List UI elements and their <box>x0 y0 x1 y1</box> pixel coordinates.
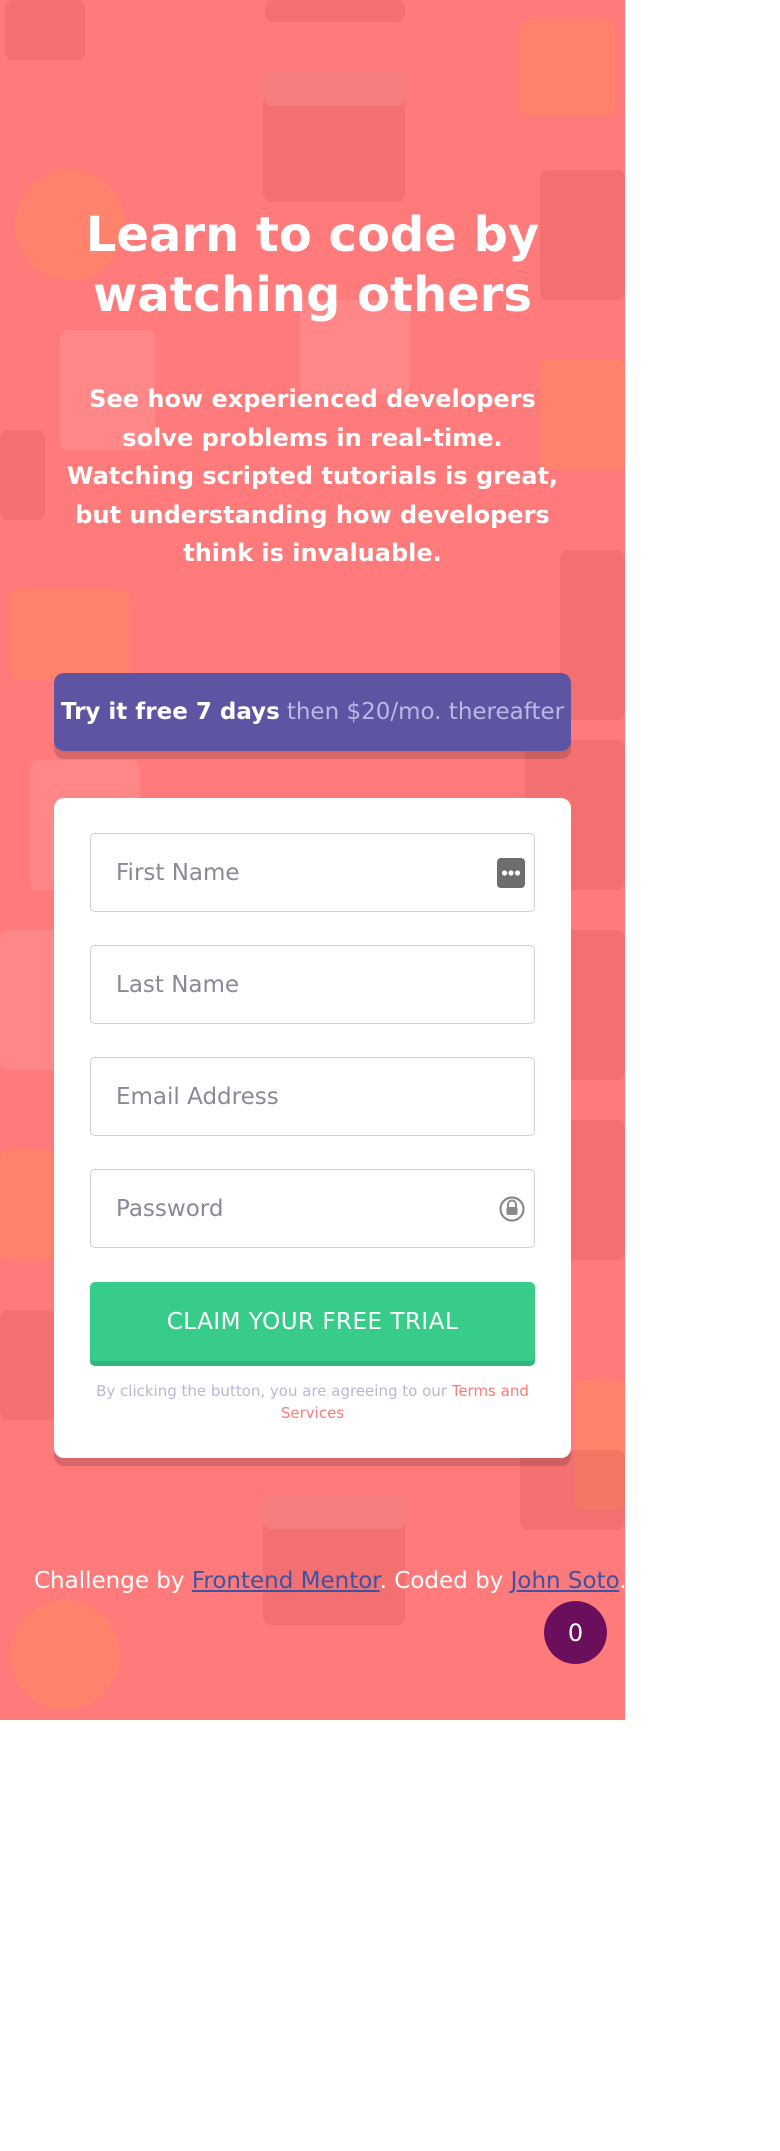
attribution-suffix: . <box>619 1568 625 1594</box>
last-name-field <box>90 945 535 1024</box>
password-input[interactable] <box>91 1170 534 1247</box>
password-field <box>90 1169 535 1248</box>
email-field <box>90 1057 535 1136</box>
claim-free-trial-button[interactable]: CLAIM YOUR FREE TRIAL <box>90 1282 535 1361</box>
promo-price: then $20/mo. thereafter <box>286 699 565 725</box>
signup-form: CLAIM YOUR FREE TRIAL By clicking the bu… <box>54 798 571 1458</box>
email-input[interactable] <box>91 1058 534 1135</box>
password-lock-icon[interactable] <box>499 1195 525 1223</box>
promo-highlight: Try it free 7 days <box>60 699 280 725</box>
counter-badge[interactable]: 0 <box>544 1601 607 1664</box>
terms-notice: By clicking the button, you are agreeing… <box>90 1380 535 1424</box>
page-background: Learn to code by watching others See how… <box>0 0 625 1720</box>
author-link[interactable]: John Soto <box>511 1568 620 1594</box>
first-name-input[interactable] <box>91 834 534 911</box>
intro-text: See how experienced developers solve pro… <box>66 385 559 567</box>
password-manager-icon[interactable] <box>497 857 525 888</box>
frontend-mentor-link[interactable]: Frontend Mentor <box>192 1568 380 1594</box>
first-name-field <box>90 833 535 912</box>
page-title: Learn to code by watching others <box>85 207 540 323</box>
attribution: Challenge by Frontend Mentor. Coded by J… <box>34 1568 625 1594</box>
terms-prefix: By clicking the button, you are agreeing… <box>96 1382 452 1400</box>
attribution-prefix: Challenge by <box>34 1568 192 1594</box>
attribution-middle: . Coded by <box>379 1568 511 1594</box>
free-trial-banner: Try it free 7 days then $20/mo. thereaft… <box>54 673 571 751</box>
last-name-input[interactable] <box>91 946 534 1023</box>
